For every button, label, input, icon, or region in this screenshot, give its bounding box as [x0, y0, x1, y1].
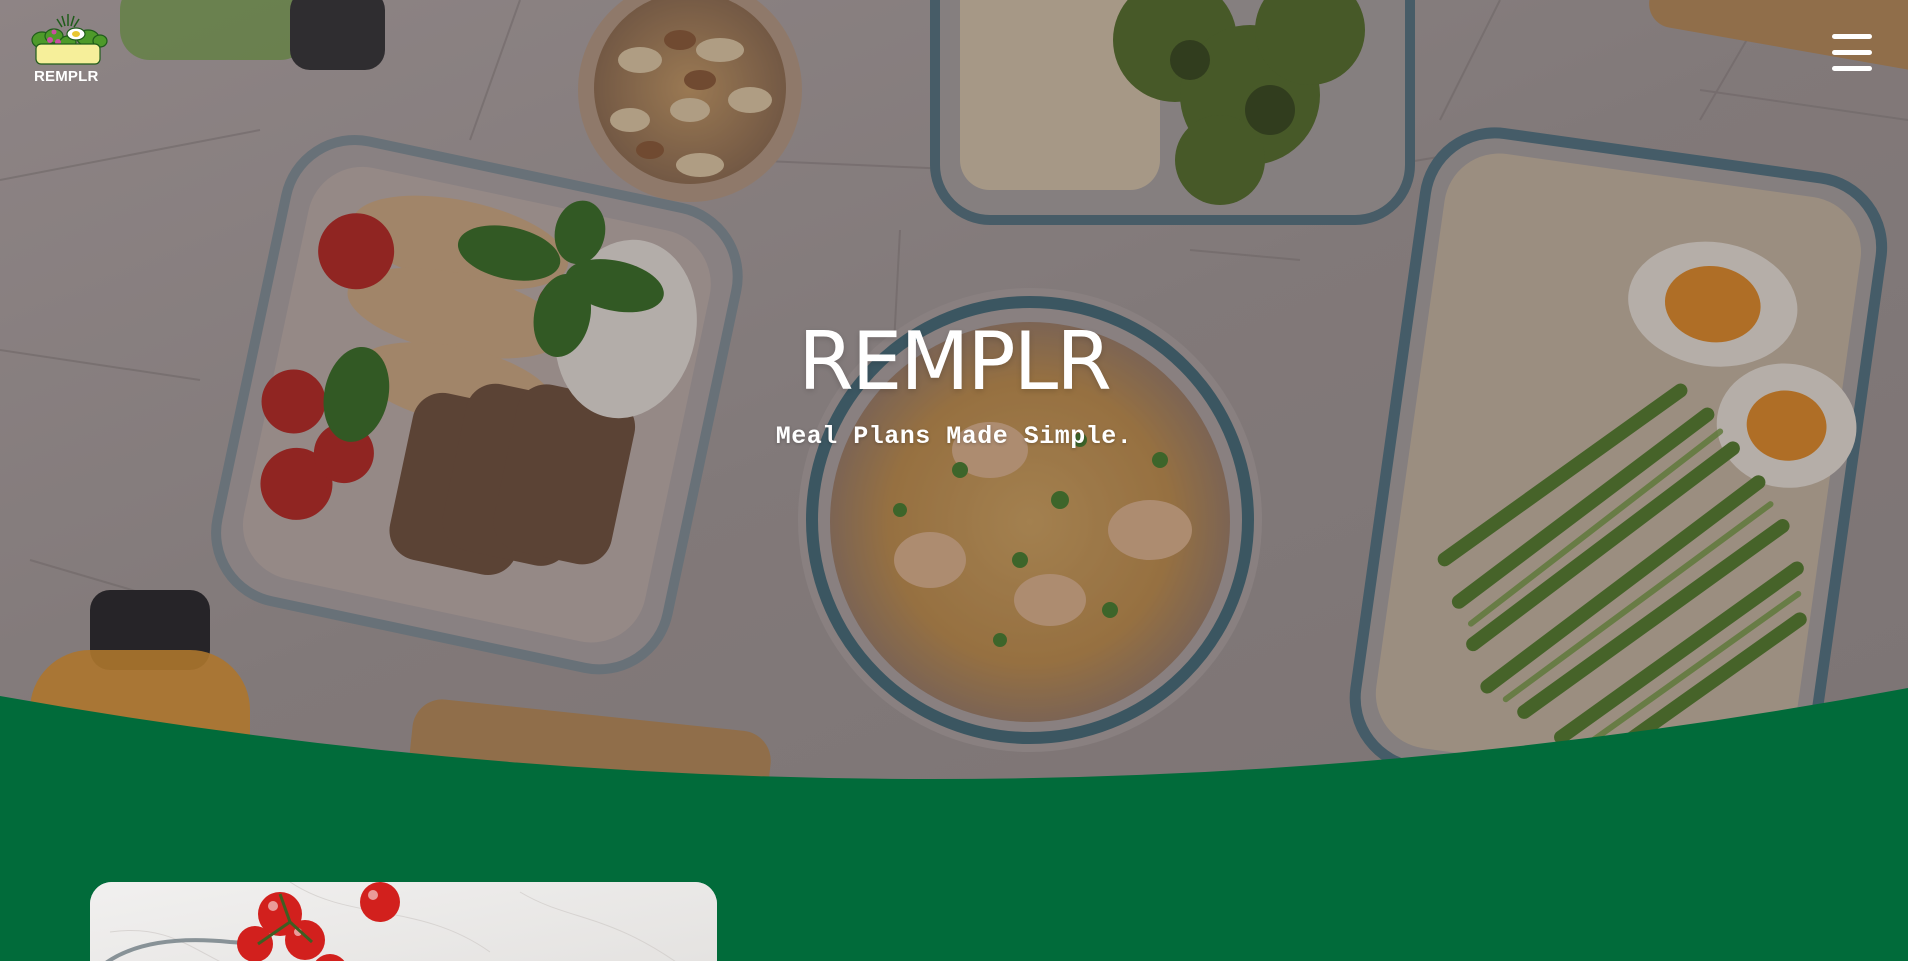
brand-name: REMPLR: [34, 68, 99, 85]
landing-page: REMPLR REMPLR Meal Plans Made Simple.: [0, 0, 1908, 961]
hamburger-menu-icon[interactable]: [1830, 34, 1874, 74]
feature-card[interactable]: [90, 882, 717, 961]
brand-logo[interactable]: REMPLR: [26, 8, 108, 88]
salad-bowl-icon: [31, 14, 108, 65]
menu-bar-middle: [1832, 50, 1872, 55]
menu-bar-top: [1832, 34, 1872, 39]
card-image: [90, 882, 717, 961]
hero-section: REMPLR REMPLR Meal Plans Made Simple.: [0, 0, 1908, 786]
hero-title: REMPLR: [798, 315, 1112, 408]
hero-tagline: Meal Plans Made Simple.: [775, 422, 1133, 451]
menu-bar-bottom: [1832, 66, 1872, 71]
